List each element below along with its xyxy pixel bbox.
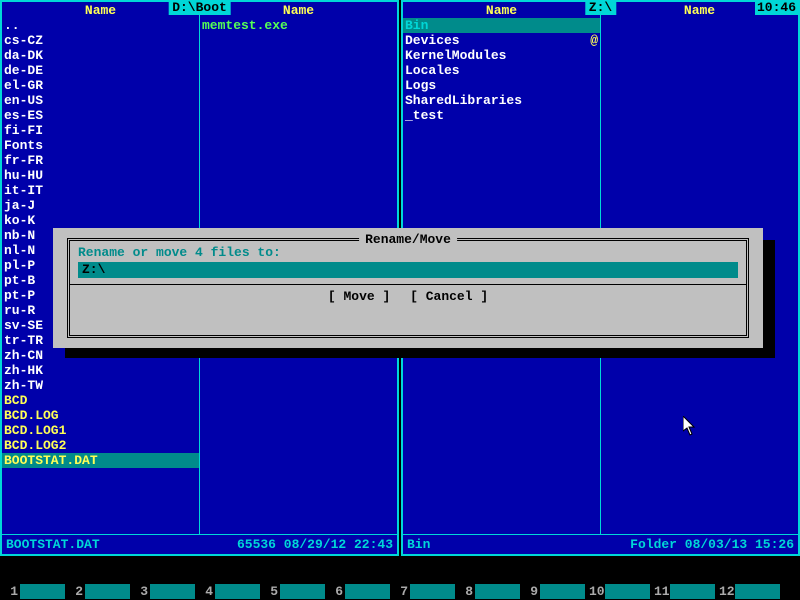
file-row[interactable]: Bin	[403, 18, 600, 33]
status-filename: BOOTSTAT.DAT	[6, 537, 237, 552]
fkey-11[interactable]: 11	[654, 584, 715, 599]
column-header[interactable]: Name	[403, 2, 601, 18]
file-row[interactable]: BOOTSTAT.DAT	[2, 453, 199, 468]
fkey-10[interactable]: 10	[589, 584, 650, 599]
fkey-6[interactable]: 6	[329, 584, 390, 599]
file-row[interactable]: ja-J	[2, 198, 199, 213]
right-panel-path[interactable]: Z:\	[585, 0, 616, 15]
file-row[interactable]: fi-FI	[2, 123, 199, 138]
file-row[interactable]: fr-FR	[2, 153, 199, 168]
rename-move-dialog: Rename/Move Rename or move 4 files to: Z…	[53, 228, 763, 348]
file-row[interactable]: BCD	[2, 393, 199, 408]
fkey-8[interactable]: 8	[459, 584, 520, 599]
file-row[interactable]: SharedLibraries	[403, 93, 600, 108]
file-row[interactable]: memtest.exe	[200, 18, 397, 33]
fkey-5[interactable]: 5	[264, 584, 325, 599]
cancel-button[interactable]: [ Cancel ]	[410, 289, 488, 304]
file-row[interactable]: zh-HK	[2, 363, 199, 378]
status-fileinfo: Folder 08/03/13 15:26	[630, 537, 794, 552]
file-row[interactable]: BCD.LOG2	[2, 438, 199, 453]
file-row[interactable]: ko-K	[2, 213, 199, 228]
file-row[interactable]: el-GR	[2, 78, 199, 93]
status-filename: Bin	[407, 537, 630, 552]
fkey-3[interactable]: 3	[134, 584, 195, 599]
file-row[interactable]: KernelModules	[403, 48, 600, 63]
file-row[interactable]: BCD.LOG	[2, 408, 199, 423]
left-status-bar: BOOTSTAT.DAT 65536 08/29/12 22:43	[2, 534, 397, 554]
file-row[interactable]: en-US	[2, 93, 199, 108]
file-row[interactable]: da-DK	[2, 48, 199, 63]
file-row[interactable]: Fonts	[2, 138, 199, 153]
file-row[interactable]: hu-HU	[2, 168, 199, 183]
clock: 10:46	[755, 0, 798, 15]
status-fileinfo: 65536 08/29/12 22:43	[237, 537, 393, 552]
file-row[interactable]: Devices@	[403, 33, 600, 48]
right-status-bar: Bin Folder 08/03/13 15:26	[403, 534, 798, 554]
file-row[interactable]: BCD.LOG1	[2, 423, 199, 438]
file-row[interactable]: Logs	[403, 78, 600, 93]
file-row[interactable]: _test	[403, 108, 600, 123]
destination-input[interactable]: Z:\	[78, 262, 738, 278]
left-panel-path[interactable]: D:\Boot	[168, 0, 231, 15]
file-row[interactable]: ..	[2, 18, 199, 33]
dialog-title: Rename/Move	[359, 232, 457, 247]
fkey-12[interactable]: 12	[719, 584, 780, 599]
file-row[interactable]: cs-CZ	[2, 33, 199, 48]
fkey-1[interactable]: 1	[4, 584, 65, 599]
fkey-9[interactable]: 9	[524, 584, 585, 599]
file-row[interactable]: zh-TW	[2, 378, 199, 393]
fkey-7[interactable]: 7	[394, 584, 455, 599]
move-button[interactable]: [ Move ]	[328, 289, 390, 304]
file-row[interactable]: es-ES	[2, 108, 199, 123]
fkey-4[interactable]: 4	[199, 584, 260, 599]
function-key-bar: 123456789101112	[0, 582, 800, 600]
fkey-2[interactable]: 2	[69, 584, 130, 599]
file-row[interactable]: de-DE	[2, 63, 199, 78]
file-row[interactable]: Locales	[403, 63, 600, 78]
file-row[interactable]: it-IT	[2, 183, 199, 198]
